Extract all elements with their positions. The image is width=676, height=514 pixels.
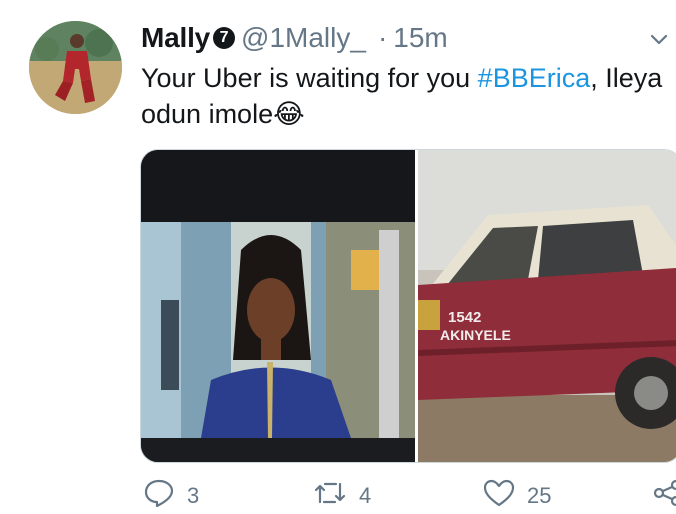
tweet-actions: 3 4 25	[141, 478, 676, 510]
display-name[interactable]: Mally	[141, 22, 210, 54]
tweet-text-start: Your Uber is waiting for you	[141, 63, 478, 93]
chevron-down-icon[interactable]	[648, 26, 670, 58]
car-photo-image: 1542 AKINYELE	[418, 150, 676, 462]
like-count: 25	[527, 483, 552, 508]
like-button[interactable]: 25	[483, 478, 551, 514]
retweet-button[interactable]: 4	[313, 478, 371, 514]
reply-button[interactable]: 3	[143, 478, 199, 514]
separator-dot: ·	[377, 22, 388, 53]
media-photo-woman[interactable]	[141, 150, 415, 462]
avatar[interactable]	[29, 21, 122, 114]
avatar-photo	[29, 21, 122, 114]
media-photo-car[interactable]: 1542 AKINYELE	[418, 150, 676, 462]
retweet-count: 4	[359, 483, 372, 508]
car-plate-text: 1542	[448, 309, 481, 326]
user-handle[interactable]: @1Mally_	[241, 22, 366, 54]
reply-count: 3	[187, 483, 200, 508]
woman-photo-image	[141, 150, 415, 462]
reply-icon	[143, 478, 175, 514]
tweet-text: Your Uber is waiting for you #BBErica, I…	[141, 60, 676, 132]
laughing-emoji: 😂	[273, 99, 305, 129]
heart-icon	[483, 478, 515, 514]
timestamp[interactable]: 15m	[393, 22, 447, 54]
share-button[interactable]	[653, 478, 676, 514]
car-location-text: AKINYELE	[440, 327, 511, 343]
tweet-header: Mally 7 @1Mally_ · 15m	[141, 18, 676, 58]
badge-icon: 7	[213, 27, 236, 49]
share-icon	[653, 478, 676, 514]
retweet-icon	[313, 478, 347, 514]
media-grid: 1542 AKINYELE	[140, 149, 676, 463]
hashtag-link[interactable]: #BBErica	[478, 63, 591, 93]
